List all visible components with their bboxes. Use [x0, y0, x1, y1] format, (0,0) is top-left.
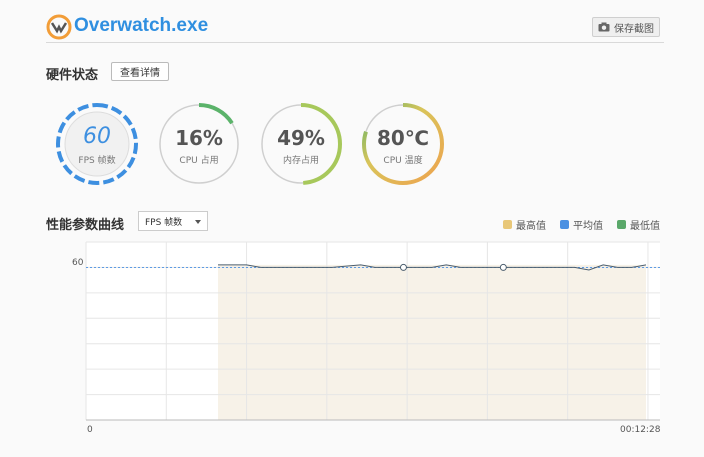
performance-chart — [85, 241, 660, 421]
metric-select-value: FPS 帧数 — [145, 217, 183, 228]
fps-data-point — [499, 263, 507, 271]
app-title: Overwatch.exe — [74, 15, 209, 36]
fps-data-point — [399, 263, 407, 271]
y-reference-label: 60 — [72, 258, 84, 268]
fps-label: FPS 帧数 — [78, 156, 116, 166]
legend-item-max[interactable]: 最高值 — [503, 217, 546, 232]
memory-usage-label: 内存占用 — [282, 156, 319, 166]
cpu-temperature-label: CPU 温度 — [383, 156, 423, 166]
legend-label-max: 最高值 — [516, 221, 546, 232]
cpu-temperature-gauge: 80℃ CPU 温度 — [361, 102, 445, 186]
view-details-button[interactable]: 查看详情 — [111, 62, 169, 81]
header: Overwatch.exe 保存截图 — [46, 12, 664, 43]
legend-swatch-max — [503, 220, 512, 229]
overwatch-logo-icon — [46, 14, 72, 40]
camera-icon — [598, 22, 610, 32]
hardware-status-title: 硬件状态 — [46, 68, 99, 83]
cpu-temperature-value: 80℃ — [376, 126, 430, 150]
performance-curve-title: 性能参数曲线 — [46, 218, 125, 233]
fps-gauge: 60 FPS 帧数 — [55, 102, 139, 186]
cpu-usage-gauge: 16% CPU 占用 — [157, 102, 241, 186]
metric-select[interactable]: FPS 帧数 — [138, 211, 208, 231]
chart-legend: 最高值 平均值 最低值 — [503, 217, 660, 232]
memory-usage-value: 49% — [277, 126, 325, 150]
cpu-usage-label: CPU 占用 — [179, 156, 219, 166]
legend-label-min: 最低值 — [630, 221, 660, 232]
memory-usage-gauge: 49% 内存占用 — [259, 102, 343, 186]
x-end-label: 00:12:28 — [620, 425, 661, 435]
save-screenshot-button[interactable]: 保存截图 — [592, 17, 660, 37]
legend-item-avg[interactable]: 平均值 — [560, 217, 603, 232]
fps-value: 60 — [83, 124, 111, 149]
x-start-label: 0 — [87, 425, 93, 435]
save-screenshot-label: 保存截图 — [614, 23, 654, 35]
legend-item-min[interactable]: 最低值 — [617, 217, 660, 232]
max-area-fill — [218, 264, 646, 420]
legend-swatch-min — [617, 220, 626, 229]
legend-swatch-avg — [560, 220, 569, 229]
cpu-usage-value: 16% — [175, 126, 223, 150]
legend-label-avg: 平均值 — [573, 221, 603, 232]
chevron-down-icon — [195, 220, 201, 224]
